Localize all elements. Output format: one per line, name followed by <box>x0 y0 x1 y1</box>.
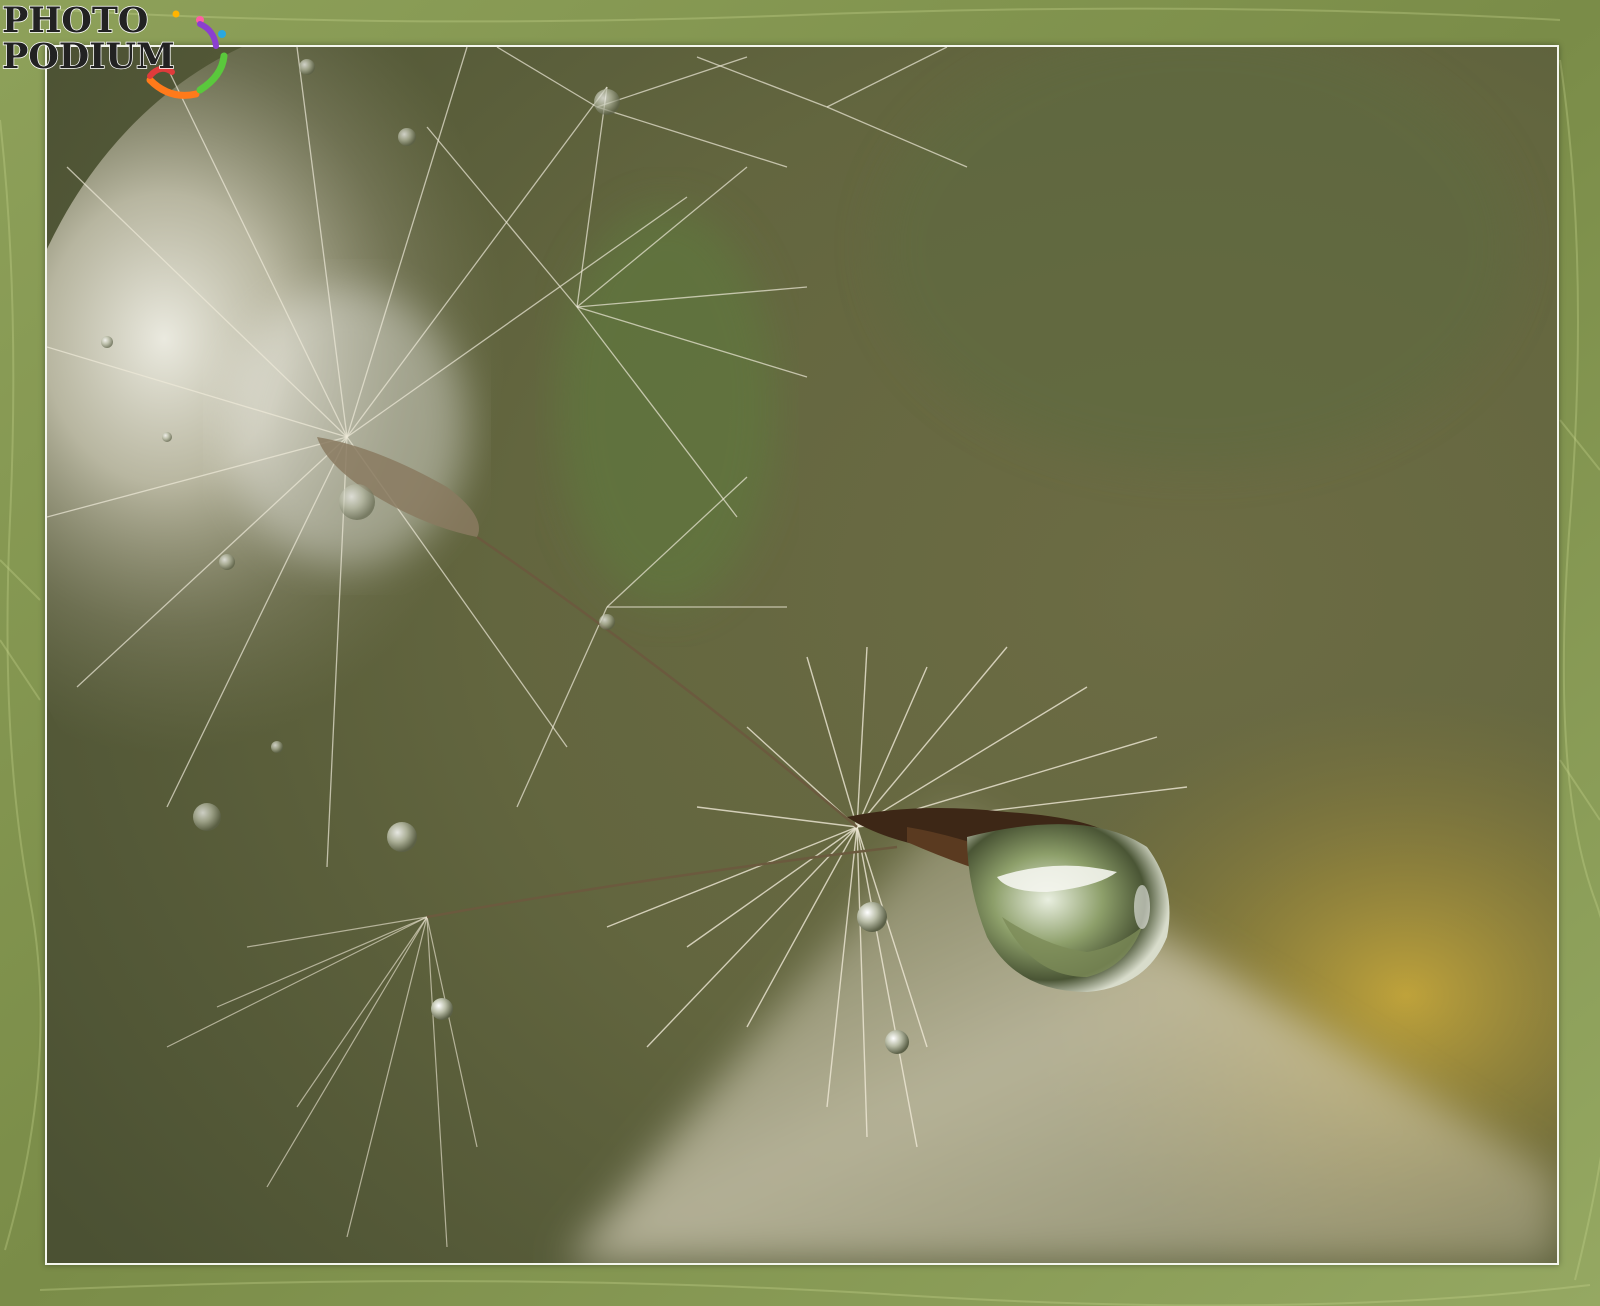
logo-text-photo: PHOTO <box>2 0 148 41</box>
logo-text-podium: PODIUM <box>2 36 175 77</box>
photopodium-logo: PHOTO PODIUM <box>1 0 228 99</box>
photo <box>45 45 1559 1265</box>
image-stage: PHOTO PODIUM <box>0 0 1600 1306</box>
dandelion-macro-photo <box>47 47 1557 1263</box>
